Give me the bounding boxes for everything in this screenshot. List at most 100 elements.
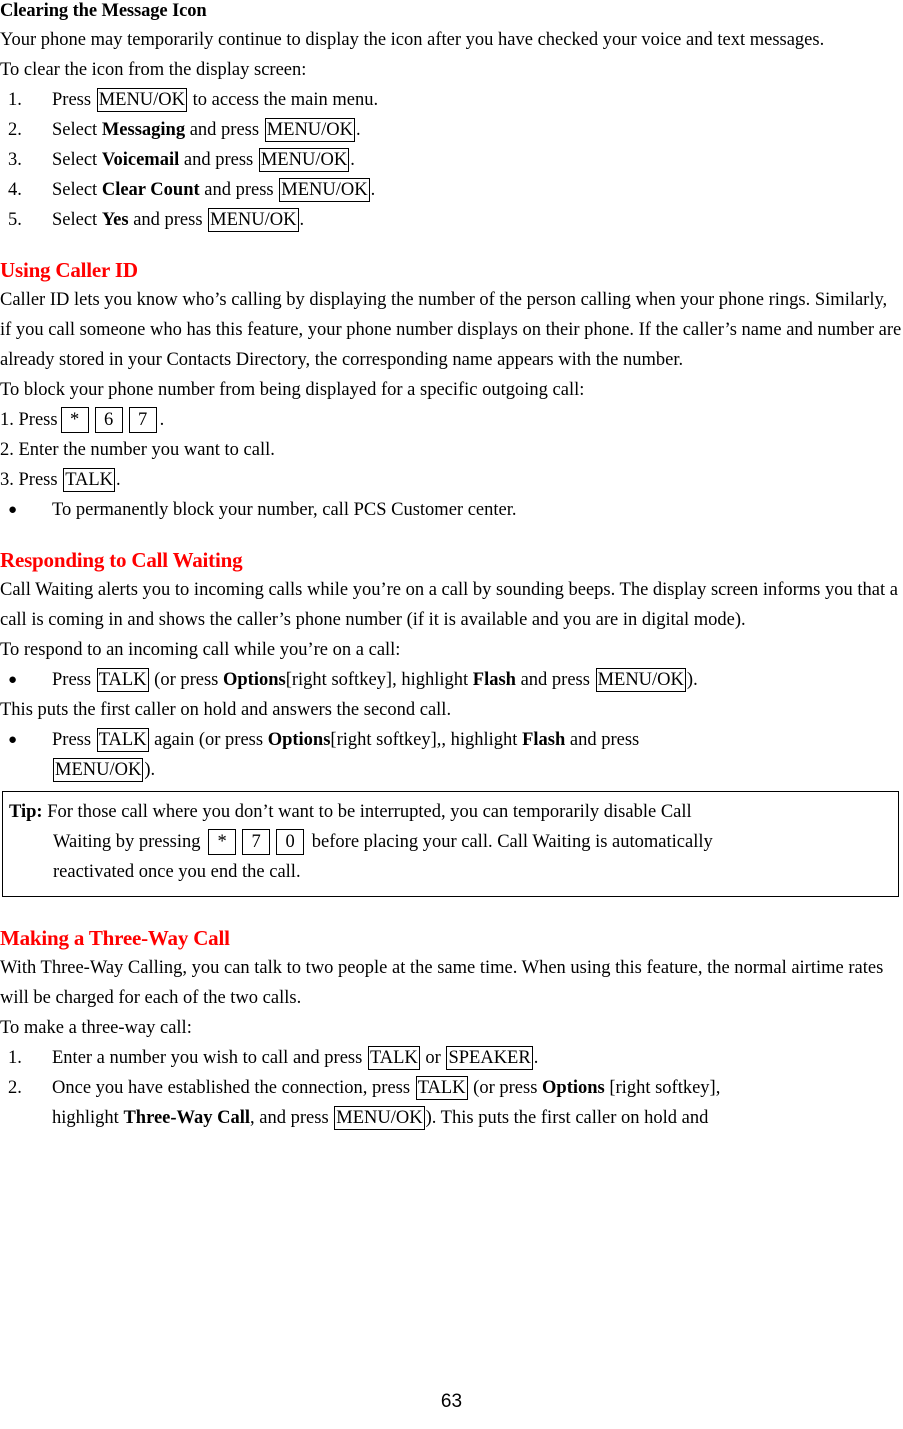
- list-item: ● To permanently block your number, call …: [0, 495, 903, 525]
- list-item: 2. Enter the number you want to call.: [0, 440, 275, 460]
- key-talk: TALK: [96, 668, 149, 692]
- bullet-text-mid3: and press: [515, 670, 595, 690]
- key-speaker: SPEAKER: [446, 1046, 533, 1070]
- paragraph-call-waiting-lead-in: To respond to an incoming call while you…: [0, 640, 401, 660]
- list-marker: 5.: [8, 210, 22, 230]
- bullet-icon: ●: [8, 502, 18, 518]
- step-text-post: .: [356, 120, 361, 140]
- paragraph-clearing-intro: Your phone may temporarily continue to d…: [0, 30, 825, 50]
- tip-text-1: For those call where you don’t want to b…: [42, 802, 692, 822]
- paragraph-caller-id-body: Caller ID lets you know who’s calling by…: [0, 290, 902, 370]
- key-talk: TALK: [96, 728, 149, 752]
- list-marker: 2.: [8, 1078, 22, 1098]
- bullet-text: To permanently block your number, call P…: [52, 500, 517, 520]
- menu-item-three-way-call: Three-Way Call: [123, 1108, 251, 1128]
- step-text-mid: and press: [185, 120, 264, 140]
- key-0: 0: [276, 829, 305, 855]
- bullet-text-mid3: and press: [565, 730, 640, 750]
- list-marker: 3.: [0, 470, 19, 490]
- list-clearing-steps: 1. Press MENU/OK to access the main menu.…: [0, 85, 903, 235]
- paragraph-three-way-body: With Three-Way Calling, you can talk to …: [0, 958, 884, 1008]
- list-item: 3. Press TALK.: [0, 465, 903, 495]
- list-item: 1. Enter a number you wish to call and pr…: [0, 1043, 903, 1073]
- list-three-way-steps: 1. Enter a number you wish to call and pr…: [0, 1043, 903, 1133]
- menu-item-voicemail: Voicemail: [101, 150, 180, 170]
- step-text-pre: Press: [18, 410, 58, 430]
- key-talk: TALK: [63, 468, 116, 492]
- step-text-mid: and press: [128, 210, 208, 230]
- bullet-text-post: ).: [144, 760, 156, 780]
- step-text-mid: or: [420, 1048, 446, 1068]
- key-menu-ok: MENU/OK: [53, 758, 144, 782]
- step-text-post: .: [299, 210, 305, 230]
- step-text-pre: Select: [52, 120, 102, 140]
- section-heading-making-three-way-call: Making a Three-Way Call: [0, 926, 230, 950]
- key-menu-ok: MENU/OK: [96, 88, 188, 112]
- step-text-post: .: [533, 1048, 539, 1068]
- section-heading-clearing-message-icon: Clearing the Message Icon: [0, 1, 207, 21]
- list-item: ● Press TALK (or press Options[right soft…: [0, 665, 903, 695]
- list-marker: 1.: [0, 410, 19, 430]
- list-item: 2. Select Messaging and press MENU/OK.: [0, 115, 903, 145]
- list-marker: 4.: [8, 180, 22, 200]
- step-text-mid1: (or press: [468, 1078, 543, 1098]
- softkey-options: Options: [267, 730, 331, 750]
- page-number: 63: [440, 1391, 463, 1412]
- paragraph-call-waiting-body: Call Waiting alerts you to incoming call…: [0, 580, 898, 630]
- step-text-pre: Select: [52, 210, 102, 230]
- list-item: ● Press TALK again (or press Options[righ…: [0, 725, 903, 785]
- tip-text-2-pre: Waiting by pressing: [53, 832, 206, 852]
- bullet-text-pre: Press: [52, 730, 96, 750]
- section-using-caller-id: Using Caller ID Caller ID lets you know …: [0, 257, 903, 525]
- list-marker: 3.: [8, 150, 22, 170]
- key-star: *: [60, 407, 89, 433]
- key-7: 7: [128, 407, 157, 433]
- bullet-text-post: ).: [686, 670, 698, 690]
- section-heading-responding-to-call-waiting: Responding to Call Waiting: [0, 548, 243, 572]
- bullet-text-mid1: (or press: [149, 670, 223, 690]
- list-item: 2. Once you have established the connecti…: [0, 1073, 903, 1133]
- tip-callout-box: Tip: For those call where you don’t want…: [2, 791, 899, 897]
- list-item: 4. Select Clear Count and press MENU/OK.: [0, 175, 903, 205]
- step-text-mid: and press: [199, 180, 279, 200]
- step-text-pre: Press: [18, 470, 63, 490]
- tip-line-1: Tip: For those call where you don’t want…: [9, 797, 892, 827]
- section-clearing-message-icon: Clearing the Message Icon Your phone may…: [0, 0, 903, 235]
- step-text-mid2: [right softkey],: [604, 1078, 721, 1098]
- document-page: Clearing the Message Icon Your phone may…: [0, 0, 903, 1429]
- paragraph-call-waiting-between: This puts the first caller on hold and a…: [0, 700, 452, 720]
- list-item: 1. Press * 6 7.: [0, 405, 903, 435]
- list-marker: 1.: [8, 90, 22, 110]
- menu-item-messaging: Messaging: [101, 120, 186, 140]
- paragraph-three-way-lead-in: To make a three-way call:: [0, 1018, 192, 1038]
- tip-text-2-post: before placing your call. Call Waiting i…: [307, 832, 713, 852]
- key-7: 7: [242, 829, 271, 855]
- bullet-text-mid2: [right softkey], highlight: [285, 670, 473, 690]
- step-text-pre: Once you have established the connection…: [52, 1078, 415, 1098]
- key-menu-ok: MENU/OK: [334, 1106, 425, 1130]
- softkey-options: Options: [542, 1078, 605, 1098]
- step-text-mid3: , and press: [250, 1108, 334, 1128]
- step-text-pre: Enter a number you wish to call and pres…: [52, 1048, 367, 1068]
- bullet-icon: ●: [8, 732, 18, 748]
- key-menu-ok: MENU/OK: [264, 118, 356, 142]
- step-text-post: .: [159, 410, 165, 430]
- section-making-three-way-call: Making a Three-Way Call With Three-Way C…: [0, 925, 903, 1133]
- menu-item-flash: Flash: [522, 730, 566, 750]
- step-text-post: ). This puts the first caller on hold an…: [425, 1108, 709, 1128]
- softkey-options: Options: [223, 670, 286, 690]
- key-menu-ok: MENU/OK: [595, 668, 686, 692]
- step-text-post: .: [116, 470, 121, 490]
- bullet-icon: ●: [8, 672, 18, 688]
- bullet-text-mid1: again (or press: [149, 730, 268, 750]
- paragraph-clearing-lead-in: To clear the icon from the display scree…: [0, 60, 307, 80]
- step-text-post: .: [370, 180, 376, 200]
- list-item: 3. Select Voicemail and press MENU/OK.: [0, 145, 903, 175]
- section-heading-using-caller-id: Using Caller ID: [0, 258, 138, 282]
- bullet-text-pre: Press: [52, 670, 96, 690]
- key-menu-ok: MENU/OK: [258, 148, 350, 172]
- list-marker: 1.: [8, 1048, 22, 1068]
